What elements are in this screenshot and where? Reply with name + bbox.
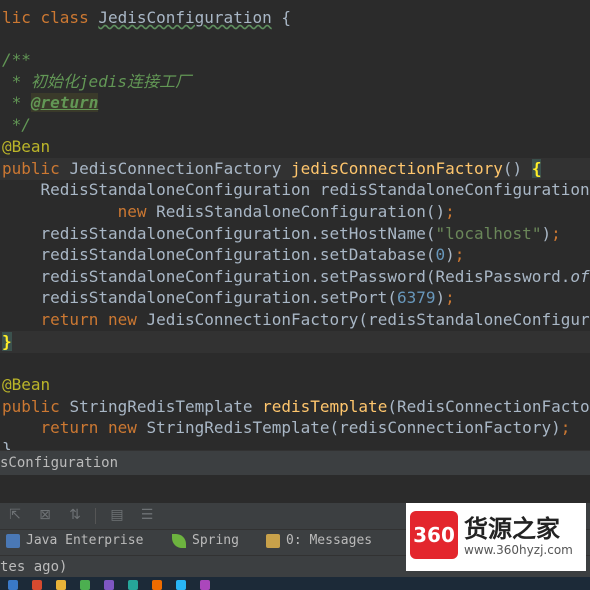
code-token: { (531, 159, 542, 178)
code-token: StringRedisTemplate(redisConnectionFacto… (146, 418, 561, 437)
code-token: JedisConfiguration (98, 8, 272, 27)
breadcrumb-class[interactable]: sConfiguration (0, 455, 118, 471)
code-token: 6379 (396, 288, 436, 307)
code-token: RedisStandaloneConfiguration() (156, 202, 446, 221)
code-line[interactable]: public JedisConnectionFactory jedisConne… (2, 158, 542, 179)
code-token: JedisConnectionFactory(redisStandaloneCo… (146, 310, 590, 329)
logo-badge: 360 (410, 511, 458, 559)
tab-messages[interactable]: 0: Messages (266, 531, 372, 551)
code-editor[interactable]: lic class JedisConfiguration { /** * 初始化j… (0, 0, 590, 450)
code-token: JedisConnectionFactory (69, 159, 291, 178)
code-line[interactable]: return new StringRedisTemplate(redisConn… (2, 417, 571, 438)
code-token: redisStandaloneConfiguration.setHostName… (2, 224, 436, 243)
code-line[interactable]: RedisStandaloneConfiguration redisStanda… (2, 179, 590, 200)
code-token: ) (445, 245, 455, 264)
code-token: return new (2, 418, 147, 437)
logo-url: www.360hyzj.com (464, 543, 573, 557)
code-token: @Bean (2, 137, 51, 156)
code-token: (RedisConnectionFactory (387, 397, 590, 416)
code-token: @return (30, 93, 99, 112)
code-token: @Bean (2, 375, 51, 394)
start-icon[interactable] (8, 580, 18, 590)
code-token: * (2, 93, 31, 112)
messages-icon (266, 533, 280, 548)
code-token: redisStandaloneConfiguration.setPort( (2, 288, 397, 307)
code-line[interactable]: public StringRedisTemplate redisTemplate… (2, 396, 590, 417)
code-token: lic class (2, 8, 99, 27)
status-text: tes ago) (0, 559, 68, 575)
taskbar-app-icon[interactable] (56, 580, 66, 590)
code-token: StringRedisTemplate (69, 397, 263, 416)
close-tool-icon[interactable]: ⊠ (36, 506, 54, 524)
code-line[interactable]: } (2, 331, 12, 352)
code-line[interactable]: /** (2, 49, 31, 70)
tab-label: 0: Messages (286, 533, 373, 548)
taskbar-app-icon[interactable] (176, 580, 186, 590)
code-token: ) (435, 288, 446, 307)
code-line[interactable]: * @return (2, 92, 99, 113)
code-token: public (2, 159, 70, 178)
code-token: */ (2, 115, 31, 134)
code-token: redisStandaloneConfiguration.setDatabase… (2, 245, 436, 264)
taskbar-app-icon[interactable] (128, 580, 138, 590)
code-line[interactable]: lic class JedisConfiguration { (2, 7, 291, 28)
code-line[interactable]: @Bean (2, 136, 50, 157)
tab-label: Java Enterprise (26, 533, 144, 548)
export-icon[interactable]: ⇱ (6, 506, 24, 524)
code-token: } (2, 332, 12, 351)
code-token: { (271, 8, 291, 27)
layout-icon[interactable]: ▤ (108, 506, 126, 524)
code-token: 0 (435, 245, 446, 264)
filter-icon[interactable]: ☰ (138, 506, 156, 524)
tool-window-area (0, 475, 590, 503)
code-line[interactable]: redisStandaloneConfiguration.setDatabase… (2, 244, 465, 265)
code-token: ) (541, 224, 552, 243)
code-token: ; (445, 202, 455, 221)
taskbar-app-icon[interactable] (80, 580, 90, 590)
code-token: RedisStandaloneConfiguration redisStanda… (2, 180, 590, 199)
spring-leaf-icon (172, 533, 186, 548)
taskbar-app-icon[interactable] (32, 580, 42, 590)
code-token: public (2, 397, 70, 416)
code-token: new (117, 202, 157, 221)
code-line[interactable]: @Bean (2, 374, 50, 395)
code-token: ; (560, 418, 571, 437)
code-line[interactable]: return new JedisConnectionFactory(redisS… (2, 309, 590, 330)
code-token: of (570, 267, 590, 286)
code-line[interactable]: * 初始化jedis连接工厂 (2, 71, 191, 92)
toolbar-divider (95, 508, 96, 524)
taskbar-app-icon[interactable] (200, 580, 210, 590)
code-token: redisStandaloneConfiguration.setPassword… (2, 267, 571, 286)
code-token: /** (2, 50, 31, 69)
code-line[interactable]: */ (2, 114, 31, 135)
watermark-logo: 360 货源之家 www.360hyzj.com (406, 503, 586, 571)
breadcrumb[interactable]: sConfiguration (0, 450, 590, 475)
sort-icon[interactable]: ⇅ (66, 506, 84, 524)
code-token: () (502, 159, 532, 178)
java-enterprise-icon (6, 533, 20, 548)
code-line[interactable]: redisStandaloneConfiguration.setPassword… (2, 266, 590, 287)
code-token: redisTemplate (262, 397, 388, 416)
code-token: return new (2, 310, 147, 329)
code-token: ; (454, 245, 465, 264)
brace-line-highlight (0, 331, 590, 353)
code-token: } (2, 439, 12, 450)
code-line[interactable]: redisStandaloneConfiguration.setHostName… (2, 223, 561, 244)
code-token: * 初始化jedis连接工厂 (2, 72, 192, 91)
tab-spring[interactable]: Spring (172, 531, 239, 551)
code-token: "localhost" (435, 224, 542, 243)
code-token: ; (551, 224, 561, 243)
taskbar-app-icon[interactable] (104, 580, 114, 590)
code-line[interactable]: redisStandaloneConfiguration.setPort(637… (2, 287, 455, 308)
code-line[interactable]: new RedisStandaloneConfiguration(); (2, 201, 455, 222)
logo-name: 货源之家 (464, 515, 560, 543)
code-token: ; (445, 288, 455, 307)
taskbar-app-icon[interactable] (152, 580, 162, 590)
tab-java-enterprise[interactable]: Java Enterprise (6, 531, 143, 551)
code-token: jedisConnectionFactory (291, 159, 503, 178)
code-line[interactable]: } (2, 438, 12, 450)
tab-label: Spring (192, 533, 239, 548)
